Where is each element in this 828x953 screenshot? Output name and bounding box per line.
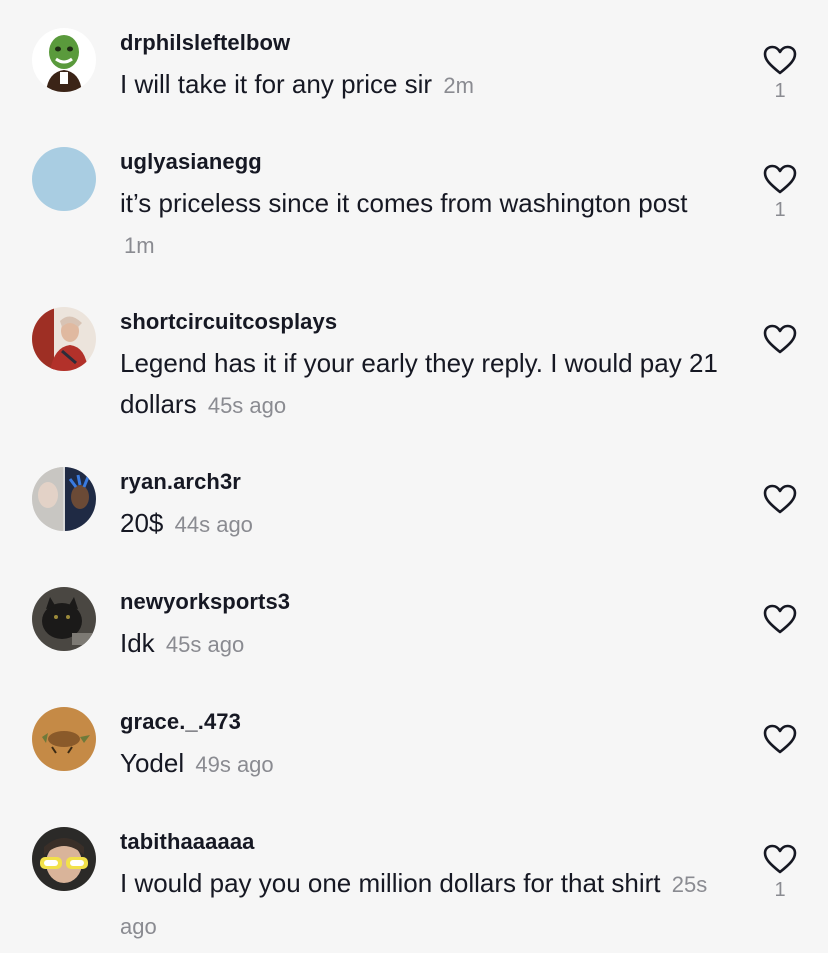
- like-button[interactable]: [762, 723, 798, 759]
- comment-text: I will take it for any price sir 2m: [120, 64, 720, 106]
- comment-text: I would pay you one million dollars for …: [120, 863, 720, 947]
- comment-message: it’s priceless since it comes from washi…: [120, 188, 688, 218]
- like-count: 1: [774, 199, 786, 221]
- like-button[interactable]: 1: [762, 843, 798, 901]
- heart-outline-icon: [763, 484, 797, 514]
- avatar[interactable]: [32, 827, 96, 891]
- comment-username[interactable]: ryan.arch3r: [120, 467, 720, 497]
- comment-username[interactable]: tabithaaaaaa: [120, 827, 720, 857]
- comment-message: I will take it for any price sir: [120, 69, 433, 99]
- avatar-image: [32, 707, 96, 771]
- comment-timestamp: 45s ago: [207, 393, 287, 418]
- comment-timestamp: 2m: [443, 73, 474, 98]
- like-button[interactable]: [762, 603, 798, 639]
- comment-body: ryan.arch3r 20$ 44s ago: [120, 467, 720, 545]
- avatar[interactable]: [32, 307, 96, 371]
- comment-message: Idk: [120, 628, 155, 658]
- like-count: 1: [774, 80, 786, 102]
- heart-outline-icon: [763, 45, 797, 75]
- comment-username[interactable]: newyorksports3: [120, 587, 720, 617]
- comment-message: Yodel: [120, 748, 185, 778]
- heart-outline-icon: [763, 844, 797, 874]
- comment-timestamp: 49s ago: [195, 752, 274, 777]
- comment-timestamp: 1m: [124, 233, 155, 258]
- avatar-image: [32, 827, 96, 891]
- comment-body: tabithaaaaaa I would pay you one million…: [120, 827, 720, 947]
- comment-text: Idk 45s ago: [120, 623, 720, 665]
- comment-timestamp: 45s ago: [165, 632, 245, 657]
- comment-text: Yodel 49s ago: [120, 743, 720, 785]
- avatar-image: [32, 467, 96, 531]
- comment-body: drphilsleftelbow I will take it for any …: [120, 28, 720, 106]
- heart-outline-icon: [763, 604, 797, 634]
- comment-timestamp: 44s ago: [174, 512, 253, 537]
- comment-message: 20$: [120, 508, 164, 538]
- heart-outline-icon: [763, 324, 797, 354]
- avatar-image: [32, 28, 96, 92]
- avatar-image: [32, 307, 96, 371]
- comment-body: newyorksports3 Idk 45s ago: [120, 587, 720, 665]
- like-count: 1: [774, 879, 786, 901]
- heart-outline-icon: [763, 724, 797, 754]
- comment-username[interactable]: shortcircuitcosplays: [120, 307, 720, 337]
- comment-username[interactable]: uglyasianegg: [120, 147, 720, 177]
- like-button[interactable]: 1: [762, 163, 798, 221]
- avatar[interactable]: [32, 147, 96, 211]
- avatar[interactable]: [32, 587, 96, 651]
- heart-outline-icon: [763, 164, 797, 194]
- comment-text: 20$ 44s ago: [120, 503, 720, 545]
- like-button[interactable]: [762, 323, 798, 359]
- avatar-image: [32, 587, 96, 651]
- comment-body: uglyasianegg it’s priceless since it com…: [120, 147, 720, 266]
- comment-text: it’s priceless since it comes from washi…: [120, 183, 720, 266]
- comment-text: Legend has it if your early they reply. …: [120, 343, 720, 426]
- avatar-image: [32, 147, 96, 211]
- comment-message: I would pay you one million dollars for …: [120, 868, 661, 898]
- avatar[interactable]: [32, 28, 96, 92]
- comment-body: shortcircuitcosplays Legend has it if yo…: [120, 307, 720, 426]
- avatar[interactable]: [32, 467, 96, 531]
- avatar[interactable]: [32, 707, 96, 771]
- comment-username[interactable]: grace._.473: [120, 707, 720, 737]
- like-button[interactable]: 1: [762, 44, 798, 102]
- comment-username[interactable]: drphilsleftelbow: [120, 28, 720, 58]
- like-button[interactable]: [762, 483, 798, 519]
- comment-body: grace._.473 Yodel 49s ago: [120, 707, 720, 785]
